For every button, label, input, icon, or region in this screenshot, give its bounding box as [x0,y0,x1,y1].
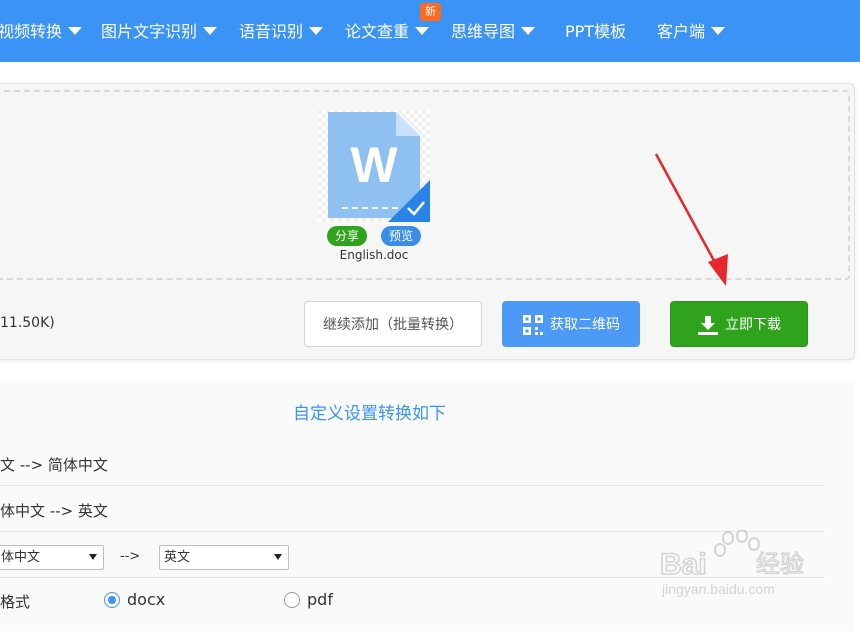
chevron-down-icon [68,27,83,35]
svg-text:经验: 经验 [756,550,804,578]
nav-item-ppt[interactable]: PPT模板 [565,0,626,62]
nav-item-label: 论文查重 [345,22,410,41]
get-qr-code-button[interactable]: 获取二维码 [502,301,640,347]
file-thumbnail[interactable]: W [318,110,430,222]
chevron-down-icon [89,554,97,560]
nav-item-video-convert[interactable]: 视频转换 [0,0,83,62]
continue-add-label: 继续添加（批量转换） [323,317,463,333]
nav-item-label: 思维导图 [451,22,516,41]
baidu-paw-logo: Bai 经验 jingyan.baidu.com [659,529,805,597]
download-now-button[interactable]: 立即下载 [670,301,808,347]
nav-item-label: 语音识别 [239,22,304,41]
option-row[interactable]: 体中文 --> 英文 [0,486,825,532]
chevron-down-icon [203,27,218,35]
top-nav: 视频转换 图片文字识别 语音识别 论文查重 新 思维导图 PPT模板 客户端 [0,0,860,62]
chevron-down-icon [711,27,726,35]
format-label-pdf: pdf [307,590,333,609]
word-doc-icon: W [318,110,430,222]
continue-add-button[interactable]: 继续添加（批量转换） [304,301,482,347]
chevron-down-icon [309,27,324,35]
nav-item-mindmap[interactable]: 思维导图 [451,0,536,62]
preview-button[interactable]: 预览 [381,226,421,246]
file-name: English.doc [339,248,409,262]
format-label: 格式 [0,593,31,611]
target-language-value: 英文 [164,550,191,565]
target-language-select[interactable]: 英文 [159,545,289,570]
file-size-text: 11.50K) [0,315,55,331]
nav-item-label: PPT模板 [565,22,627,41]
share-button[interactable]: 分享 [327,226,367,246]
download-now-label: 立即下载 [725,317,781,333]
download-icon [698,316,718,335]
svg-text:W: W [350,137,398,193]
nav-item-speech[interactable]: 语音识别 [239,0,324,62]
settings-title: 自定义设置转换如下 [293,404,446,424]
option-label: 文 --> 简体中文 [0,456,108,474]
nav-item-label: 客户端 [657,22,706,41]
language-arrow-text: --> [120,549,141,564]
format-radio-docx[interactable] [104,592,120,608]
qr-code-icon [523,315,543,335]
source-language-value: 体中文 [1,550,41,565]
format-label-docx: docx [127,590,166,609]
annotation-arrow-icon [654,153,728,286]
format-radio-pdf[interactable] [284,592,300,608]
nav-item-client[interactable]: 客户端 [657,0,726,62]
nav-item-plagiarism[interactable]: 论文查重 [345,0,430,62]
svg-text:jingyan.baidu.com: jingyan.baidu.com [661,581,775,597]
option-row[interactable]: 文 --> 简体中文 [0,440,825,486]
source-language-select[interactable]: 体中文 [0,545,104,570]
nav-item-label: 图片文字识别 [101,22,198,41]
baidu-watermark: Bai 经验 jingyan.baidu.com [659,529,850,600]
new-badge: 新 [420,3,441,21]
chevron-down-icon [274,554,282,560]
nav-item-label: 视频转换 [0,22,63,41]
chevron-down-icon [415,27,430,35]
nav-item-ocr[interactable]: 图片文字识别 [101,0,218,62]
chevron-down-icon [521,27,536,35]
get-qr-code-label: 获取二维码 [550,317,620,333]
svg-text:Bai: Bai [660,548,707,581]
option-label: 体中文 --> 英文 [0,502,108,520]
